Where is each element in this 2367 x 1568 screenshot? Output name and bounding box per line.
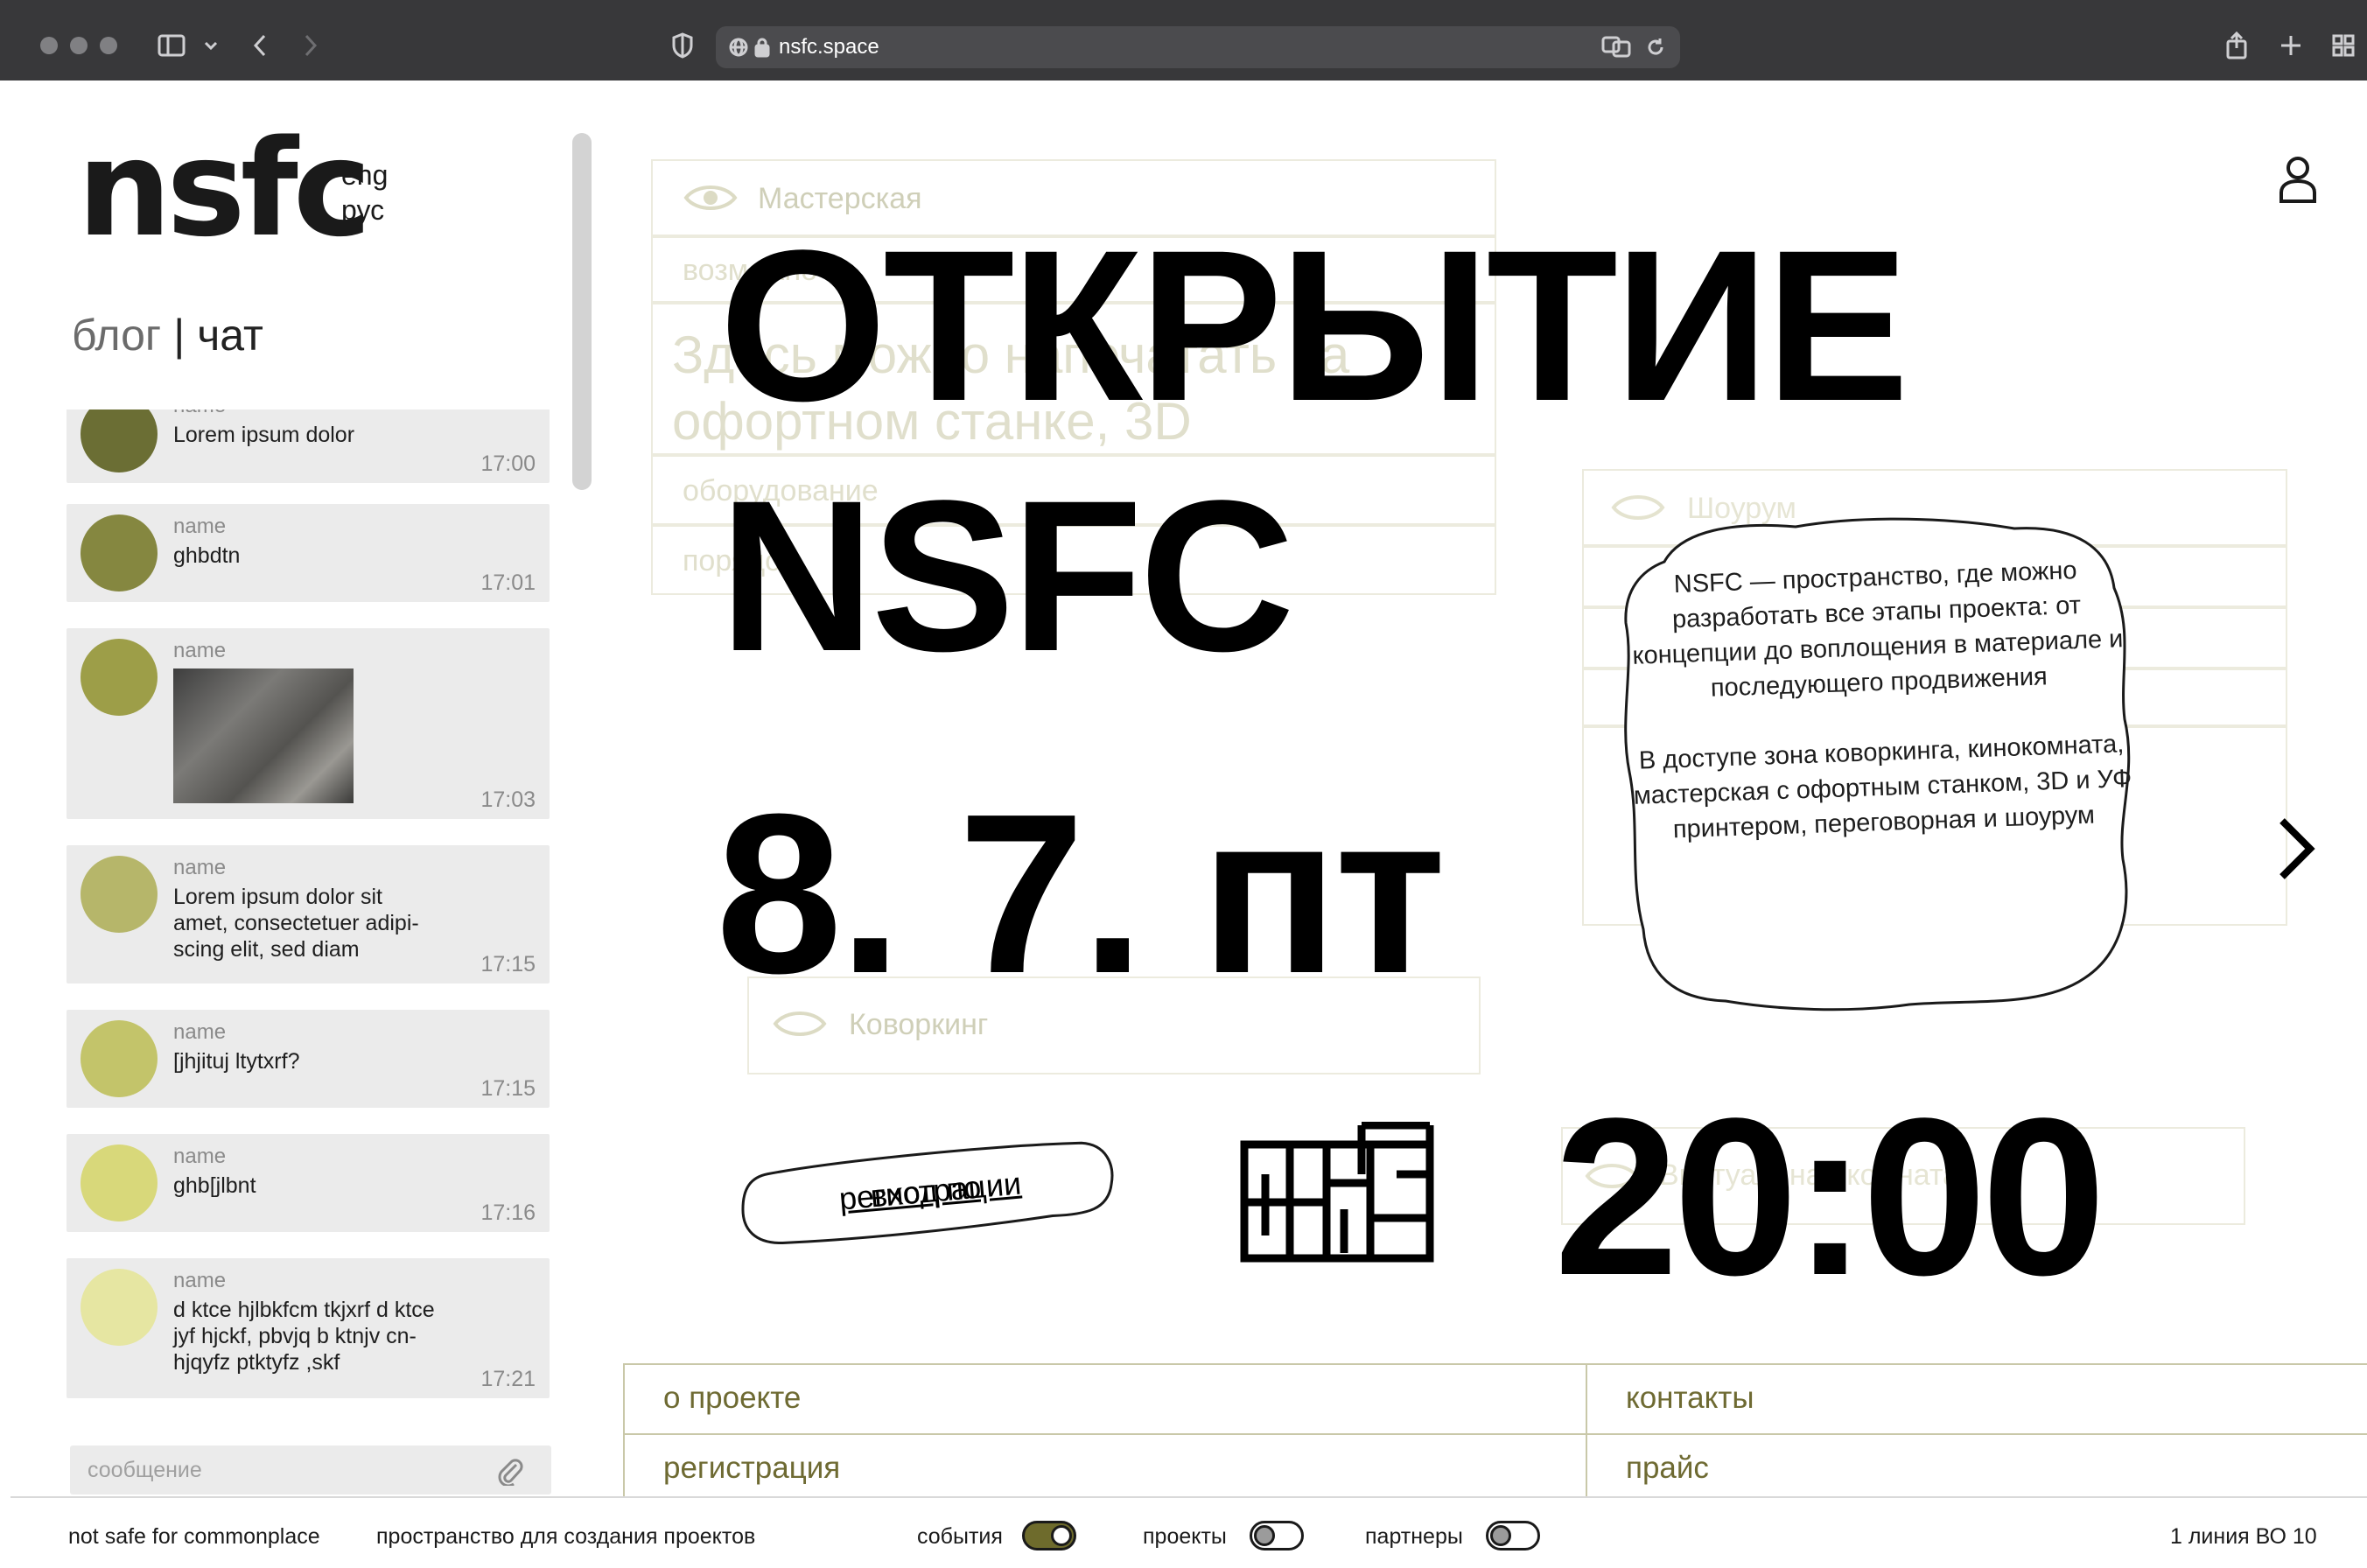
registration-prefix: вход по: [869, 1168, 983, 1214]
event-date: 8. 7. пт: [716, 767, 1446, 1021]
chat-message: name 17:03: [67, 628, 550, 819]
globe-icon: [729, 38, 748, 57]
nav-registration[interactable]: регистрация: [623, 1433, 1587, 1505]
message-time: 17:21: [480, 1367, 536, 1391]
url-text: nsfc.space: [779, 35, 879, 59]
message-author: name: [173, 514, 227, 538]
toggle-partners-label: партнеры: [1365, 1524, 1463, 1549]
message-text: Lorem ipsum dolor: [173, 423, 355, 447]
avatar: [81, 856, 158, 933]
message-author: name: [173, 410, 226, 418]
toggle-events[interactable]: [1022, 1521, 1076, 1550]
forward-arrow-icon[interactable]: [298, 26, 324, 65]
site-logo[interactable]: nsfc: [77, 122, 372, 256]
chevron-down-icon[interactable]: [198, 26, 224, 65]
toggle-projects[interactable]: [1250, 1521, 1304, 1550]
headline-nsfc: NSFC: [719, 456, 1295, 696]
chat-message: name Lorem ipsum dolor sit amet, consect…: [67, 845, 550, 984]
reload-icon[interactable]: [1645, 37, 1666, 58]
message-text: Lorem ipsum dolor sit amet, consectetuer…: [173, 885, 419, 962]
toggle-events-label: события: [917, 1524, 1003, 1549]
headline-title: ОТКРЫТИЕ: [719, 206, 1909, 446]
user-icon[interactable]: [2277, 154, 2319, 205]
tab-separator: |: [173, 311, 186, 360]
chat-scrollbar[interactable]: [572, 133, 592, 490]
paperclip-icon[interactable]: [495, 1456, 525, 1486]
toggle-projects-label: проекты: [1143, 1524, 1227, 1549]
chevron-right-icon[interactable]: [2273, 814, 2319, 884]
info-paragraph-2: В доступе зона коворкинга, кинокомната, …: [1633, 730, 2132, 844]
tab-chat[interactable]: чат: [197, 311, 263, 360]
message-author: name: [173, 1269, 227, 1292]
back-arrow-icon[interactable]: [247, 26, 273, 65]
chat-message: name d ktce hjlbkfcm tkjxrf d ktce jyf h…: [67, 1258, 550, 1398]
avatar: [81, 514, 158, 592]
lock-icon: [754, 38, 770, 58]
event-time: 20:00: [1554, 1072, 2106, 1322]
site-footer: not safe for commonplace пространство дл…: [11, 1496, 2367, 1568]
chat-list[interactable]: name Lorem ipsum dolor 17:00 name ghbdtn…: [54, 410, 551, 1519]
nav-price-label: прайс: [1626, 1451, 1709, 1485]
message-text: [jhjituj ltytxrf?: [173, 1049, 300, 1074]
message-image[interactable]: [173, 668, 354, 803]
message-time: 17:16: [480, 1200, 536, 1225]
nav-about-label: о проекте: [663, 1381, 802, 1415]
zoom-window-dot[interactable]: [100, 37, 117, 54]
message-author: name: [173, 639, 227, 662]
message-text: ghbdtn: [173, 543, 241, 568]
nav-about[interactable]: о проекте: [623, 1363, 1587, 1435]
minimize-window-dot[interactable]: [70, 37, 88, 54]
message-time: 17:03: [480, 788, 536, 812]
message-time: 17:15: [480, 952, 536, 976]
avatar: [81, 1020, 158, 1097]
info-paragraph-1: NSFC — пространство, где можно разработа…: [1631, 556, 2124, 703]
nav-price[interactable]: прайс: [1586, 1433, 2367, 1505]
message-time: 17:00: [480, 452, 536, 476]
avatar: [81, 410, 158, 472]
avatar: [81, 639, 158, 716]
avatar: [81, 1269, 158, 1346]
message-author: name: [173, 1020, 227, 1044]
close-window-dot[interactable]: [40, 37, 58, 54]
tab-blog[interactable]: блог: [72, 311, 161, 360]
avatar: [81, 1144, 158, 1222]
nav-contacts[interactable]: контакты: [1586, 1363, 2367, 1435]
address-bar[interactable]: nsfc.space: [716, 26, 1680, 68]
message-author: name: [173, 856, 227, 879]
lang-eng-link[interactable]: eng: [341, 159, 388, 192]
chat-message: name ghb[jlbnt 17:16: [67, 1134, 550, 1232]
web-page: nsfc eng рус блог|чат name Lorem ipsum d…: [11, 80, 2367, 1568]
share-icon[interactable]: [2221, 26, 2252, 65]
message-placeholder: сообщение: [88, 1458, 202, 1482]
sidebar-tabs: блог | чат: [72, 310, 263, 360]
nav-registration-label: регистрация: [663, 1451, 841, 1485]
toggle-partners[interactable]: [1486, 1521, 1540, 1550]
browser-toolbar: nsfc.space: [0, 0, 2367, 80]
chat-message: name Lorem ipsum dolor 17:00: [67, 410, 550, 483]
nav-contacts-label: контакты: [1626, 1381, 1754, 1415]
footer-brand: not safe for commonplace: [68, 1524, 320, 1549]
chat-message: name ghbdtn 17:01: [67, 504, 550, 602]
floor-plan-icon[interactable]: [1239, 1122, 1435, 1264]
message-text: ghb[jlbnt: [173, 1173, 256, 1198]
registration-badge[interactable]: вход по регистрации: [732, 1130, 1119, 1254]
translate-icon[interactable]: [1601, 35, 1631, 58]
info-bubble-text: NSFC — пространство, где можно разработа…: [1623, 551, 2137, 849]
message-author: name: [173, 1144, 227, 1168]
sidebar-toggle-icon[interactable]: [154, 26, 189, 65]
footer-address: 1 линия ВО 10: [2170, 1524, 2317, 1549]
footer-tagline: пространство для создания проектов: [376, 1524, 756, 1549]
tab-overview-icon[interactable]: [2328, 26, 2359, 65]
message-text: d ktce hjlbkfcm tkjxrf d ktce jyf hjckf,…: [173, 1298, 435, 1375]
shield-icon[interactable]: [667, 26, 698, 65]
new-tab-icon[interactable]: [2275, 26, 2307, 65]
message-input[interactable]: сообщение: [70, 1446, 551, 1494]
lang-rus-link[interactable]: рус: [341, 194, 384, 227]
message-time: 17:15: [480, 1076, 536, 1101]
message-time: 17:01: [480, 570, 536, 595]
chat-message: name [jhjituj ltytxrf? 17:15: [67, 1010, 550, 1108]
